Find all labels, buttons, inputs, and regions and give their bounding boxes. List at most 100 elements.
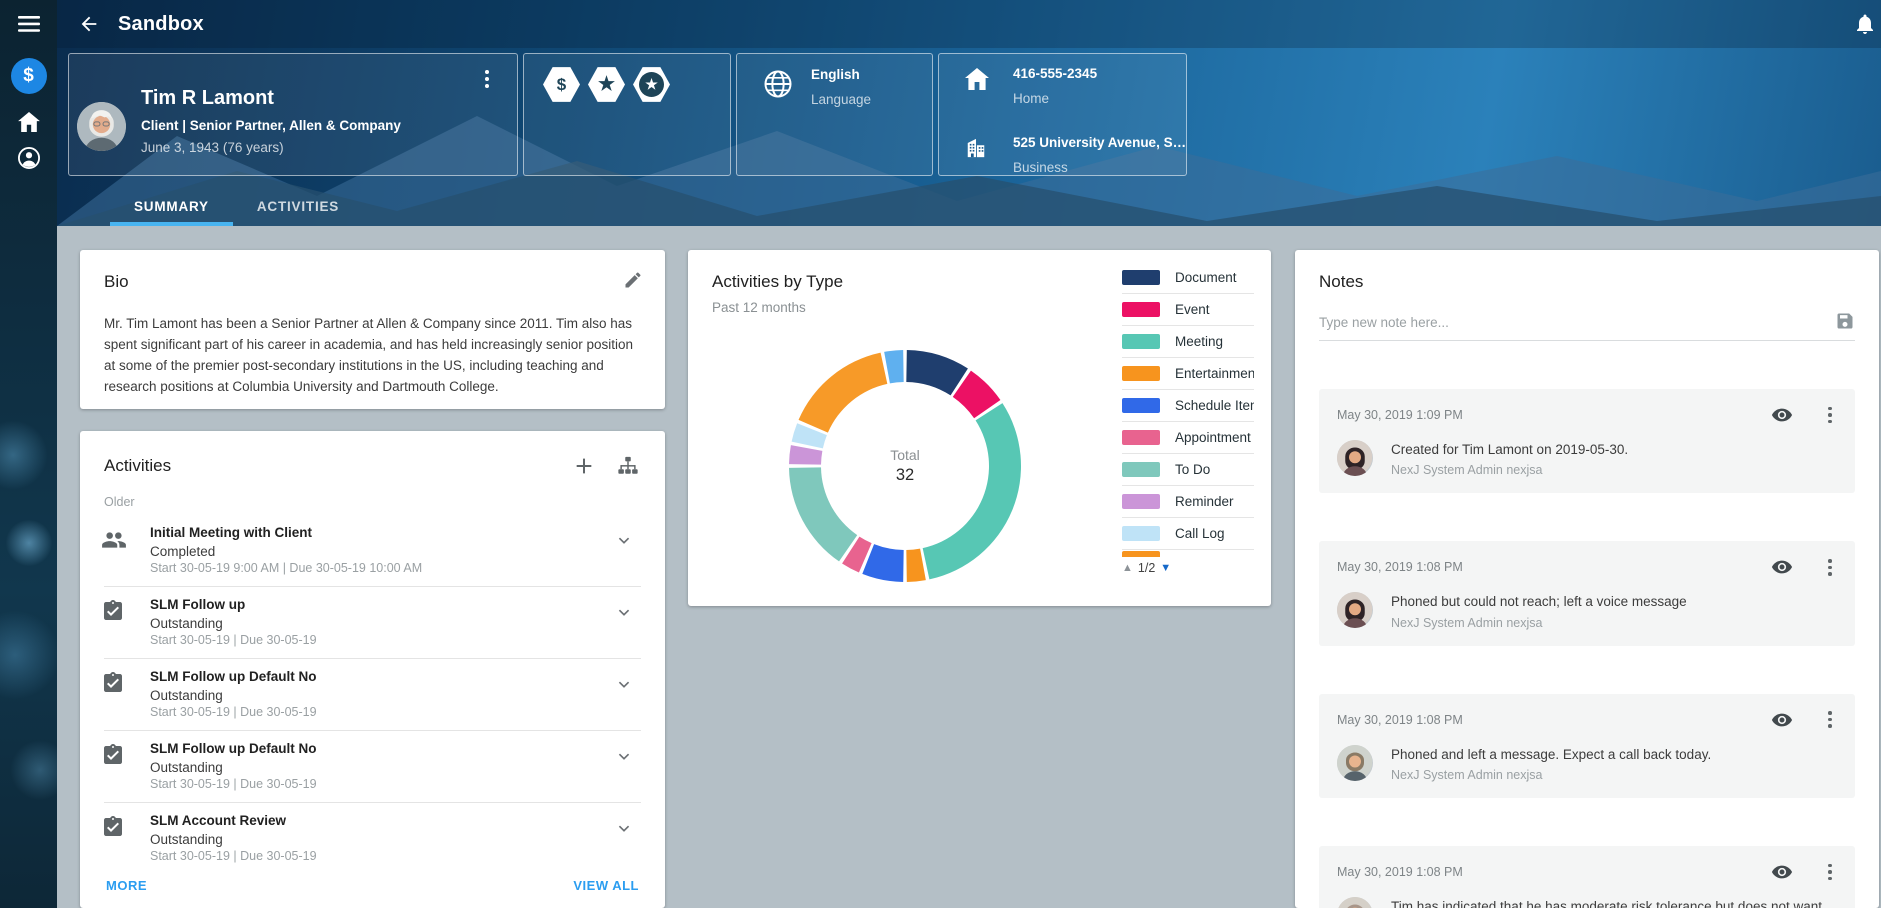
address-value[interactable]: 525 University Avenue, S…	[1013, 135, 1186, 150]
activities-list: Initial Meeting with Client Completed St…	[80, 515, 665, 874]
page-up-icon[interactable]: ▲	[1122, 562, 1133, 574]
back-button[interactable]	[75, 10, 103, 38]
task-icon	[101, 599, 127, 625]
sitemap-icon	[617, 455, 639, 477]
profile-menu-kebab-icon[interactable]	[479, 66, 495, 92]
contact-subtitle: Client | Senior Partner, Allen & Company	[141, 118, 401, 133]
app-bar: Sandbox	[57, 0, 1881, 48]
activities-card: Activities Older Initial Meeting with Cl…	[80, 431, 665, 908]
donut-segment[interactable]	[884, 350, 904, 383]
eye-icon[interactable]	[1771, 861, 1793, 883]
nav-person-button[interactable]	[0, 146, 57, 170]
notifications-icon[interactable]	[1853, 12, 1879, 38]
star-circle-badge-icon[interactable]: ★	[633, 66, 670, 103]
donut-segment[interactable]	[799, 353, 888, 433]
star-badge-icon[interactable]: ★	[588, 66, 625, 103]
page-down-icon[interactable]: ▼	[1160, 562, 1171, 574]
donut-segment[interactable]	[789, 467, 857, 561]
note-input-row	[1319, 314, 1855, 341]
nav-rail: $	[0, 0, 57, 908]
eye-icon[interactable]	[1771, 556, 1793, 578]
donut-segment[interactable]	[789, 445, 822, 465]
note-menu-kebab-icon[interactable]	[1823, 557, 1837, 577]
note-menu-kebab-icon[interactable]	[1823, 405, 1837, 425]
menu-icon[interactable]	[0, 14, 57, 34]
view-all-button[interactable]: VIEW ALL	[573, 878, 639, 893]
legend-swatch	[1122, 334, 1160, 349]
hierarchy-view-button[interactable]	[615, 453, 641, 479]
home-icon	[18, 112, 40, 132]
activity-row[interactable]: Initial Meeting with Client Completed St…	[104, 515, 641, 587]
plus-icon	[573, 455, 595, 477]
legend-swatch	[1122, 494, 1160, 509]
bokeh-decoration	[10, 740, 57, 800]
bokeh-decoration	[0, 420, 48, 490]
contact-info-card: 416-555-2345 Home 525 University Avenue,…	[938, 53, 1187, 176]
bokeh-decoration	[0, 610, 57, 700]
legend-page-indicator: 1/2	[1138, 561, 1155, 575]
note-text: Phoned and left a message. Expect a call…	[1391, 745, 1711, 765]
activities-title: Activities	[104, 456, 171, 476]
donut-segment[interactable]	[923, 403, 1021, 579]
legend-item: Reminder	[1122, 486, 1254, 518]
language-card: English Language	[736, 53, 933, 176]
app-window: $ Sandbox Tim R Lamont	[0, 0, 1881, 908]
legend-swatch	[1122, 398, 1160, 413]
tab-activities[interactable]: ACTIVITIES	[233, 186, 363, 226]
legend-item-partial	[1122, 550, 1254, 557]
phone-label: Home	[1013, 91, 1049, 106]
legend-item: To Do	[1122, 454, 1254, 486]
tab-bar: SUMMARY ACTIVITIES	[110, 186, 363, 226]
more-button[interactable]: MORE	[106, 878, 147, 893]
task-icon	[101, 743, 127, 769]
tab-summary[interactable]: SUMMARY	[110, 186, 233, 226]
eye-icon[interactable]	[1771, 709, 1793, 731]
legend-item: Meeting	[1122, 326, 1254, 358]
note-item[interactable]: May 30, 2019 1:09 PM Created for Tim Lam…	[1319, 389, 1855, 493]
chevron-down-icon[interactable]	[613, 529, 635, 551]
legend-swatch	[1122, 302, 1160, 317]
note-menu-kebab-icon[interactable]	[1823, 862, 1837, 882]
note-item[interactable]: May 30, 2019 1:08 PM Phoned and left a m…	[1319, 694, 1855, 798]
content-area: Bio Mr. Tim Lamont has been a Senior Par…	[57, 226, 1881, 908]
people-icon	[101, 527, 127, 553]
dollar-badge-icon[interactable]: $	[543, 66, 580, 103]
activity-row[interactable]: SLM Follow up Default No Outstanding Sta…	[104, 659, 641, 731]
dollar-icon: $	[11, 58, 47, 94]
chevron-down-icon[interactable]	[613, 601, 635, 623]
add-activity-button[interactable]	[571, 453, 597, 479]
notes-title: Notes	[1319, 272, 1855, 292]
address-label: Business	[1013, 160, 1068, 175]
home-icon	[965, 68, 989, 95]
note-text: Tim has indicated that he has moderate r…	[1391, 897, 1837, 908]
new-note-input[interactable]	[1319, 315, 1812, 330]
note-text: Created for Tim Lamont on 2019-05-30.	[1391, 440, 1628, 460]
note-menu-kebab-icon[interactable]	[1823, 710, 1837, 730]
legend-item: Document	[1122, 262, 1254, 294]
donut-segment[interactable]	[906, 549, 926, 582]
nav-money-button[interactable]: $	[0, 58, 57, 94]
language-label: Language	[811, 92, 871, 107]
edit-pencil-icon[interactable]	[623, 270, 643, 290]
activity-row[interactable]: SLM Follow up Default No Outstanding Sta…	[104, 731, 641, 803]
nav-home-button[interactable]	[0, 110, 57, 134]
note-author-avatar	[1337, 897, 1373, 908]
legend-swatch	[1122, 462, 1160, 477]
phone-value[interactable]: 416-555-2345	[1013, 66, 1097, 81]
chevron-down-icon[interactable]	[613, 673, 635, 695]
chevron-down-icon[interactable]	[613, 745, 635, 767]
activity-row[interactable]: SLM Follow up Outstanding Start 30-05-19…	[104, 587, 641, 659]
note-item[interactable]: May 30, 2019 1:08 PM Phoned but could no…	[1319, 541, 1855, 645]
eye-icon[interactable]	[1771, 404, 1793, 426]
note-author-avatar	[1337, 592, 1373, 628]
legend-swatch	[1122, 366, 1160, 381]
note-author-avatar	[1337, 440, 1373, 476]
donut-chart[interactable]	[785, 346, 1025, 586]
legend-swatch	[1122, 270, 1160, 285]
note-item[interactable]: May 30, 2019 1:08 PM Tim has indicated t…	[1319, 846, 1855, 908]
note-timestamp: May 30, 2019 1:08 PM	[1337, 713, 1463, 727]
legend-swatch	[1122, 526, 1160, 541]
contact-name: Tim R Lamont	[141, 87, 274, 110]
save-note-icon[interactable]	[1835, 311, 1855, 331]
chevron-down-icon[interactable]	[613, 817, 635, 839]
